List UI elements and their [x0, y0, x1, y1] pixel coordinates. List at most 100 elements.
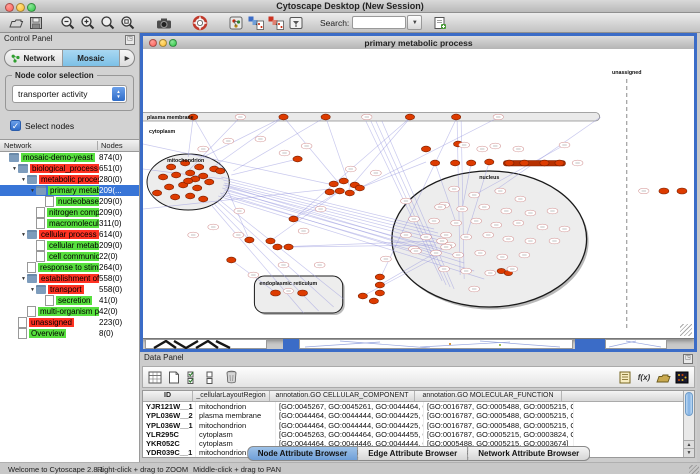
selected-node[interactable]: [335, 188, 344, 194]
table-column-header[interactable]: ID: [143, 391, 193, 401]
selected-node[interactable]: [158, 174, 167, 180]
tree-row[interactable]: ▼cellular process614(0): [0, 229, 139, 240]
selected-node[interactable]: [430, 160, 439, 166]
table-row[interactable]: YPL036W__1mitochondrion[GO:0044464, GO:0…: [143, 421, 694, 430]
disclosure-triangle-icon[interactable]: ▼: [20, 232, 27, 238]
delete-attribute-icon[interactable]: [223, 369, 239, 385]
disclosure-triangle-icon[interactable]: ▼: [20, 177, 27, 183]
selected-node[interactable]: [339, 178, 348, 184]
selected-node[interactable]: [199, 173, 208, 179]
layout-blue-icon[interactable]: [246, 14, 266, 32]
formula-builder-icon[interactable]: f(x): [636, 369, 652, 385]
table-column-header[interactable]: [562, 391, 694, 401]
selected-node[interactable]: [452, 114, 461, 120]
scrollbar-thumb[interactable]: [685, 392, 693, 416]
search-input[interactable]: [352, 16, 406, 29]
selected-node[interactable]: [164, 184, 173, 190]
tree-row[interactable]: response to stimulu264(0): [0, 262, 139, 273]
network-panel-icon[interactable]: [226, 14, 246, 32]
selected-node[interactable]: [289, 216, 298, 222]
selected-node[interactable]: [273, 244, 282, 250]
annotation-icon[interactable]: [430, 14, 450, 32]
selected-node[interactable]: [369, 298, 378, 304]
tree-column-network[interactable]: Network: [0, 141, 97, 150]
tree-row[interactable]: nucleobase-209(0): [0, 196, 139, 207]
selected-node[interactable]: [186, 170, 195, 176]
attribute-table-icon[interactable]: [147, 369, 163, 385]
disclosure-triangle-icon[interactable]: ▼: [29, 287, 36, 293]
tree-row[interactable]: multi-organism pro42(0): [0, 306, 139, 317]
tree-row[interactable]: ▼establishment of lo558(0): [0, 273, 139, 284]
snapshot-camera-icon[interactable]: [154, 14, 174, 32]
app-resize-grip[interactable]: [689, 465, 699, 474]
selected-node[interactable]: [216, 168, 225, 174]
tree-row[interactable]: nitrogen compo209(0): [0, 207, 139, 218]
network-window-titlebar[interactable]: primary metabolic process: [143, 36, 694, 50]
title-bar[interactable]: Cytoscape Desktop (New Session): [0, 0, 700, 13]
window-resize-grip[interactable]: [680, 324, 692, 336]
table-row[interactable]: YPL036W__2plasma membrane[GO:0044464, GO…: [143, 411, 694, 420]
selected-node[interactable]: [205, 179, 214, 185]
selected-node[interactable]: [505, 160, 514, 166]
selected-node[interactable]: [421, 146, 430, 152]
float-panel-icon[interactable]: ◳: [683, 354, 693, 364]
selected-node[interactable]: [298, 290, 308, 296]
selected-node[interactable]: [677, 188, 687, 194]
tree-row[interactable]: secretion41(0): [0, 295, 139, 306]
selected-node[interactable]: [284, 244, 293, 250]
tree-row[interactable]: ▼biological_process651(0): [0, 163, 139, 174]
background-window-edge[interactable]: [283, 339, 299, 349]
selected-node[interactable]: [355, 185, 364, 191]
selected-node[interactable]: [321, 114, 330, 120]
selected-node[interactable]: [375, 282, 384, 288]
layout-red-icon[interactable]: [266, 14, 286, 32]
help-ring-icon[interactable]: [190, 14, 210, 32]
attribute-matrix-icon[interactable]: [674, 369, 690, 385]
background-window-fragment[interactable]: [299, 339, 573, 349]
unselect-attributes-icon[interactable]: [204, 369, 220, 385]
network-window[interactable]: primary metabolic process plasma membran…: [143, 36, 694, 339]
vizmapper-icon[interactable]: [286, 14, 306, 32]
selected-node[interactable]: [467, 160, 476, 166]
selected-node[interactable]: [451, 160, 460, 166]
tab-node-attribute-browser[interactable]: Node Attribute Browser: [247, 446, 359, 461]
selected-node[interactable]: [193, 185, 202, 191]
selected-node[interactable]: [520, 160, 529, 166]
zoom-fit-icon[interactable]: [98, 14, 118, 32]
table-row[interactable]: YJR121W__1mitochondrion[GO:0045267, GO:0…: [143, 402, 694, 411]
selected-node[interactable]: [184, 178, 193, 184]
create-attribute-icon[interactable]: [166, 369, 182, 385]
zoom-selected-region-icon[interactable]: [118, 14, 138, 32]
table-column-header[interactable]: _cellularLayoutRegion: [193, 391, 270, 401]
attribute-report-icon[interactable]: [617, 369, 633, 385]
disclosure-triangle-icon[interactable]: ▼: [11, 166, 18, 172]
selected-node[interactable]: [325, 189, 334, 195]
selected-node[interactable]: [152, 190, 161, 196]
table-column-header[interactable]: annotation.GO CELLULAR_COMPONENT: [270, 391, 415, 401]
background-window-edge[interactable]: [575, 339, 605, 349]
tab-network[interactable]: Network: [5, 50, 63, 66]
table-column-header[interactable]: annotation.GO MOLECULAR_FUNCTION: [415, 391, 562, 401]
tree-row[interactable]: ▼transport558(0): [0, 284, 139, 295]
selected-node[interactable]: [186, 193, 195, 199]
selected-node[interactable]: [659, 188, 669, 194]
tree-row[interactable]: macromolecule311(0): [0, 218, 139, 229]
network-canvas[interactable]: plasma membrane cytoplasm mitochondrion …: [143, 49, 694, 337]
tree-row[interactable]: cellular metabo209(0): [0, 240, 139, 251]
selected-node[interactable]: [199, 196, 208, 202]
tab-network-attribute-browser[interactable]: Network Attribute Browser: [468, 446, 590, 461]
selected-node[interactable]: [540, 160, 549, 166]
selected-node[interactable]: [172, 172, 181, 178]
save-icon[interactable]: [26, 14, 46, 32]
disclosure-triangle-icon[interactable]: ▼: [29, 188, 36, 194]
tree-column-nodes[interactable]: Nodes: [97, 141, 139, 150]
selected-node[interactable]: [485, 159, 494, 165]
selected-node[interactable]: [329, 181, 338, 187]
tree-row[interactable]: Overview8(0): [0, 328, 139, 339]
selected-node[interactable]: [358, 293, 367, 299]
selected-node[interactable]: [555, 160, 564, 166]
search-dropdown-arrow-icon[interactable]: ▼: [407, 15, 422, 30]
background-window-fragment[interactable]: [145, 339, 267, 349]
tree-row[interactable]: ▼primary metabo209(...: [0, 185, 139, 196]
selected-node[interactable]: [227, 257, 236, 263]
